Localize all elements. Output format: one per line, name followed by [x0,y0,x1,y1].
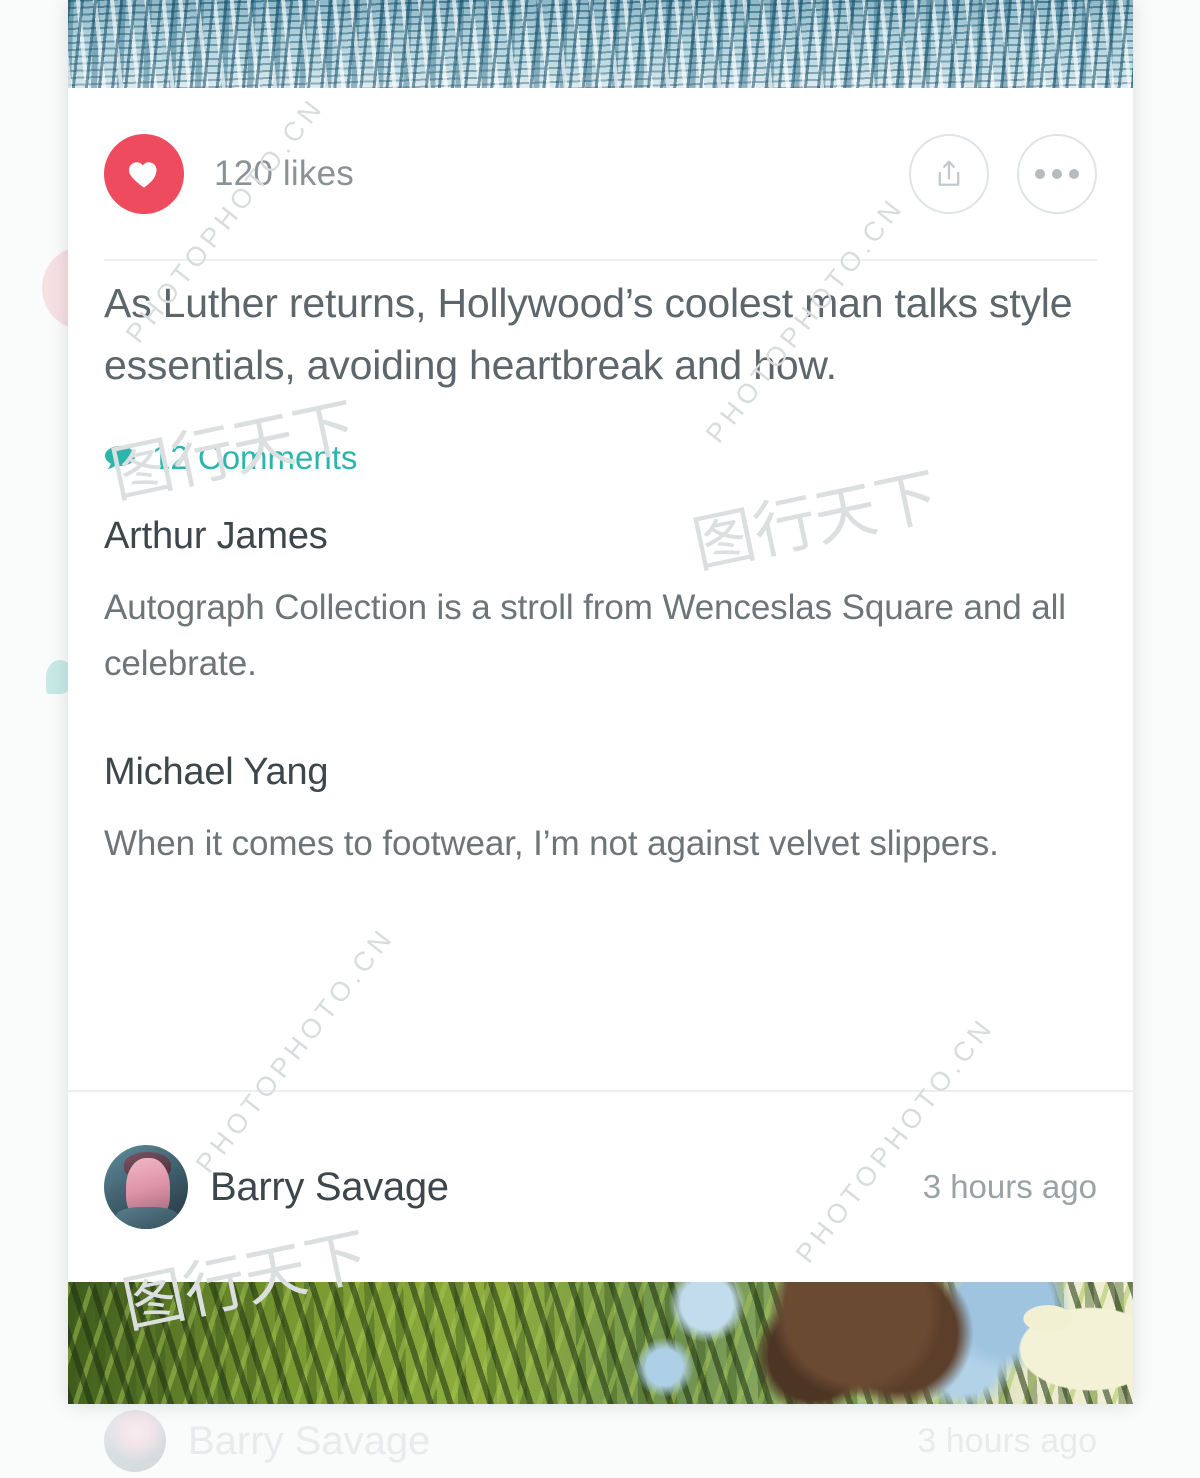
comment-bubble-icon [104,445,136,471]
share-button[interactable] [909,134,989,214]
comment-author: Michael Yang [104,751,329,793]
share-icon [932,157,966,191]
divider-top [104,259,1097,261]
comment-author: Arthur James [104,514,328,557]
action-buttons-group [909,134,1097,214]
post-headline: As Luther returns, Hollywood’s coolest m… [104,280,1073,389]
comment-text: When it comes to footwear, I’m not again… [104,824,999,863]
comment-item: Arthur James Autograph Collection is a s… [104,515,1097,693]
more-options-icon [1035,169,1079,179]
hero-image-ocean [68,0,1133,88]
ghost-footer-row: Barry Savage 3 hours ago [68,1396,1133,1478]
post-author-name[interactable]: Barry Savage [210,1165,449,1210]
comment-text: Autograph Collection is a stroll from We… [104,587,1066,684]
hero-image-forest [68,1282,1133,1404]
likes-count-label: 120 likes [214,154,354,193]
ghost-author-name: Barry Savage [188,1418,431,1463]
more-options-button[interactable] [1017,134,1097,214]
post-content: As Luther returns, Hollywood’s coolest m… [68,272,1133,873]
post-action-bar: 120 likes [68,88,1133,260]
comments-count-label: 12 Comments [152,438,358,476]
like-button[interactable] [104,134,184,214]
comment-item: Michael Yang When it comes to footwear, … [104,751,1097,873]
avatar-shoulder [115,1207,178,1229]
post-timestamp: 3 hours ago [922,1168,1097,1205]
post-footer: Barry Savage 3 hours ago [68,1092,1133,1282]
comments-link[interactable]: 12 Comments [104,439,1097,477]
heart-icon [126,156,162,192]
ghost-avatar [104,1410,166,1472]
ghost-timestamp: 3 hours ago [917,1421,1097,1460]
post-card: 120 likes As Luther returns, Hollywood’s… [68,0,1133,1404]
avatar[interactable] [104,1145,188,1229]
